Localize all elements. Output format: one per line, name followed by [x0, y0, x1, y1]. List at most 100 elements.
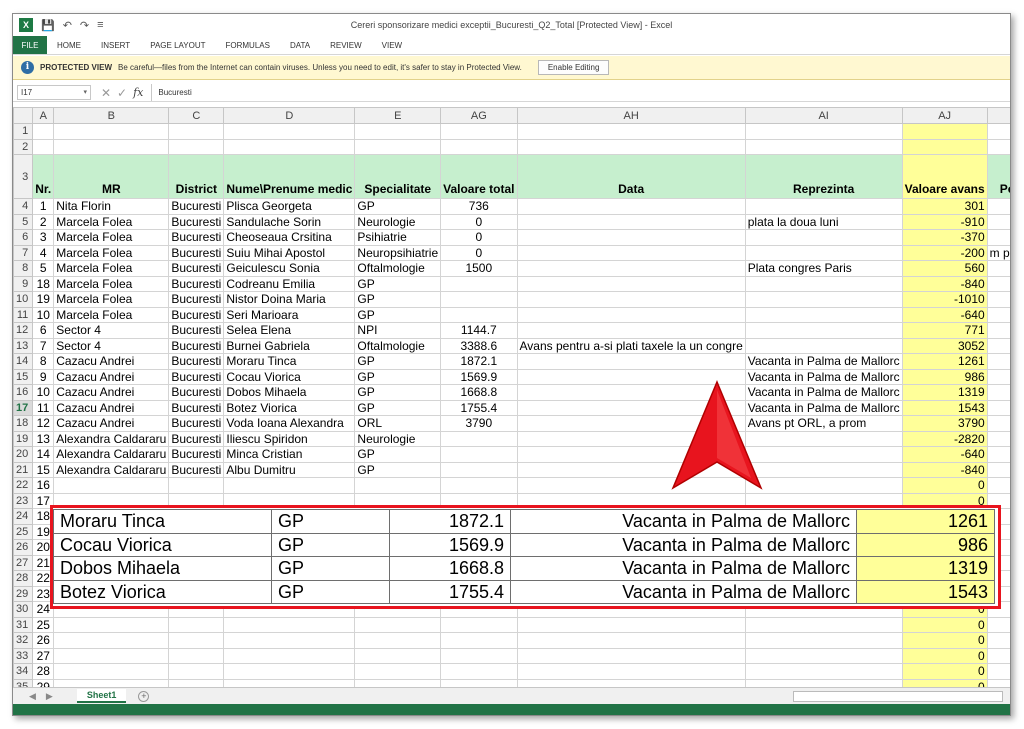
cell[interactable]	[516, 213, 746, 230]
cell[interactable]: -640	[901, 306, 988, 323]
cell[interactable]: Bucuresti	[168, 353, 225, 370]
cell[interactable]: Bucuresti	[168, 384, 225, 401]
cell[interactable]: Marcela Folea	[53, 213, 170, 230]
row-header[interactable]: 11	[13, 306, 34, 323]
cell[interactable]	[516, 123, 746, 140]
horizontal-scrollbar[interactable]	[793, 690, 1003, 702]
cell[interactable]	[168, 123, 225, 140]
tab-data[interactable]: DATA	[280, 36, 320, 54]
cell[interactable]	[53, 663, 170, 680]
sheet-nav-arrows[interactable]: ◀▶	[29, 691, 63, 702]
cell[interactable]	[516, 260, 746, 277]
cell[interactable]: Sector 4	[53, 322, 170, 339]
cell[interactable]: 0	[901, 616, 988, 633]
cell[interactable]: Bucuresti	[168, 260, 225, 277]
cell[interactable]: -840	[901, 461, 988, 478]
row-header[interactable]: 15	[13, 368, 34, 385]
cell[interactable]: 10	[32, 306, 55, 323]
cell[interactable]: Cocau Viorica	[223, 368, 356, 385]
cell[interactable]: Cazacu Andrei	[53, 399, 170, 416]
cell[interactable]	[744, 198, 903, 215]
cell[interactable]: 2010 tot	[986, 399, 1010, 416]
cell[interactable]: 560	[901, 260, 988, 277]
cell[interactable]: 1755.4	[440, 399, 518, 416]
cell[interactable]: 2010 tot	[986, 415, 1010, 432]
cell[interactable]: Vacanta in Palma de Mallorc	[744, 368, 903, 385]
select-all-corner[interactable]	[13, 107, 34, 124]
cell[interactable]: Avans pentru a-si plati taxele la un con…	[516, 337, 746, 354]
cell[interactable]: Marcela Folea	[53, 244, 170, 261]
enable-editing-button[interactable]: Enable Editing	[537, 60, 610, 75]
row-header[interactable]: 16	[13, 384, 34, 401]
save-icon[interactable]: 💾	[41, 19, 55, 32]
row-header[interactable]: 10	[13, 291, 34, 308]
column-header[interactable]: AK	[986, 107, 1010, 124]
cell[interactable]	[168, 632, 225, 649]
cell[interactable]	[744, 291, 903, 308]
cell[interactable]	[53, 678, 170, 687]
cell[interactable]	[744, 244, 903, 261]
cell[interactable]: 15	[32, 461, 55, 478]
cell[interactable]	[744, 275, 903, 292]
cell[interactable]: 5	[32, 260, 55, 277]
cell[interactable]: 0	[440, 244, 518, 261]
cell[interactable]: Cazacu Andrei	[53, 368, 170, 385]
cell[interactable]	[440, 461, 518, 478]
column-header[interactable]: C	[168, 107, 225, 124]
cell[interactable]	[223, 663, 356, 680]
cell[interactable]	[986, 430, 1010, 447]
cell[interactable]: Alexandra Caldararu	[53, 461, 170, 478]
cell[interactable]: Avans pt ORL, a prom	[744, 415, 903, 432]
cell[interactable]: Q1+Q2	[986, 322, 1010, 339]
cell[interactable]: GP	[354, 291, 442, 308]
cell[interactable]: 26	[32, 632, 55, 649]
cell[interactable]: Nita Florin	[53, 198, 170, 215]
cell[interactable]: Selea Elena	[223, 322, 356, 339]
cell[interactable]	[223, 647, 356, 664]
row-header[interactable]: 7	[13, 244, 34, 261]
cell[interactable]	[223, 678, 356, 687]
row-header[interactable]: 3	[13, 154, 34, 199]
cell[interactable]: 3052	[901, 337, 988, 354]
cell[interactable]: Q3,Q4	[986, 260, 1010, 277]
cell[interactable]: Moraru Tinca	[223, 353, 356, 370]
cell[interactable]: Bucuresti	[168, 198, 225, 215]
cell[interactable]: Plata congres Paris	[744, 260, 903, 277]
formula-input[interactable]: Bucuresti	[151, 84, 1010, 101]
cell[interactable]	[516, 198, 746, 215]
row-header[interactable]: 25	[13, 523, 34, 540]
row-header[interactable]: 20	[13, 446, 34, 463]
cell[interactable]	[440, 138, 518, 155]
cell[interactable]: -1010	[901, 291, 988, 308]
cell[interactable]	[440, 430, 518, 447]
cell[interactable]: GP	[354, 306, 442, 323]
cell[interactable]: Albu Dumitru	[223, 461, 356, 478]
row-header[interactable]: 21	[13, 461, 34, 478]
cell[interactable]	[516, 616, 746, 633]
cell[interactable]: 9	[32, 368, 55, 385]
cell[interactable]: 13	[32, 430, 55, 447]
cell[interactable]	[354, 632, 442, 649]
cell[interactable]	[516, 322, 746, 339]
cell[interactable]: Alexandra Caldararu	[53, 446, 170, 463]
cell[interactable]	[354, 647, 442, 664]
row-header[interactable]: 14	[13, 353, 34, 370]
cell[interactable]: Bucuresti	[168, 337, 225, 354]
cell[interactable]	[744, 322, 903, 339]
cell[interactable]	[516, 663, 746, 680]
cell[interactable]	[168, 647, 225, 664]
cell[interactable]: Marcela Folea	[53, 306, 170, 323]
cell[interactable]	[516, 647, 746, 664]
cell[interactable]: 18	[32, 275, 55, 292]
cell[interactable]: 2010 tot	[986, 353, 1010, 370]
cell[interactable]	[986, 291, 1010, 308]
row-header[interactable]: 22	[13, 477, 34, 494]
cell[interactable]: 1261	[901, 353, 988, 370]
row-header[interactable]: 5	[13, 213, 34, 230]
row-header[interactable]: 27	[13, 554, 34, 571]
row-header[interactable]: 8	[13, 260, 34, 277]
cell[interactable]	[986, 678, 1010, 687]
cell[interactable]: Sector 4	[53, 337, 170, 354]
row-header[interactable]: 30	[13, 601, 34, 618]
tab-formulas[interactable]: FORMULAS	[215, 36, 279, 54]
